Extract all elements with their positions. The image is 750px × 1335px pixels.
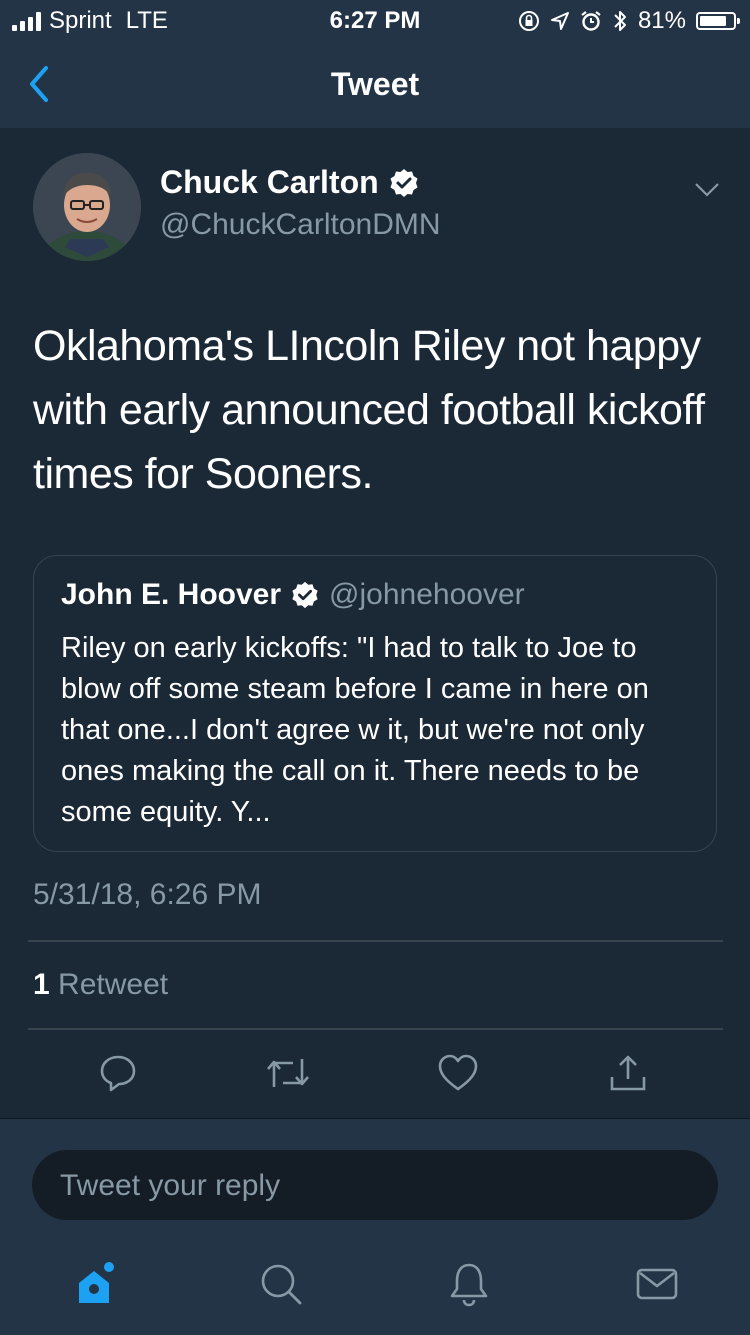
quoted-tweet[interactable]: John E. Hoover @johnehoover Riley on ear… [33,555,717,852]
status-bar: Sprint LTE 6:27 PM 81% [0,0,750,40]
top-bar: Sprint LTE 6:27 PM 81% Tweet [0,0,750,128]
tweet-timestamp: 5/31/18, 6:26 PM [33,878,262,911]
divider [28,1028,723,1030]
like-button[interactable] [433,1048,483,1098]
location-icon [550,12,569,30]
page-title: Tweet [330,66,420,102]
bottom-bar [0,1118,750,1335]
chevron-down-icon[interactable] [694,182,720,198]
retweet-button[interactable] [263,1048,313,1098]
tab-bar [0,1254,750,1324]
quoted-header: John E. Hoover @johnehoover [61,578,525,612]
tab-home[interactable] [64,1254,124,1314]
tab-notifications[interactable] [439,1254,499,1314]
notifications-icon [450,1263,488,1307]
messages-icon [636,1268,678,1300]
avatar[interactable] [33,153,141,261]
alarm-icon [581,11,601,31]
like-icon [438,1054,478,1091]
author-name-row: Chuck Carlton [160,164,419,201]
reply-button[interactable] [93,1048,143,1098]
quoted-author-handle: @johnehoover [329,578,525,611]
bluetooth-icon [614,11,626,31]
share-icon [610,1055,646,1091]
tweet-detail: Chuck Carlton @ChuckCarltonDMN Oklahoma'… [0,128,750,1118]
quoted-author-name: John E. Hoover [61,578,282,611]
reply-input[interactable] [58,1150,692,1222]
nav-bar: Tweet [0,40,750,128]
tab-messages[interactable] [627,1254,687,1314]
retweet-icon [267,1059,309,1087]
home-icon [79,1262,114,1303]
reply-box[interactable] [32,1150,718,1222]
share-button[interactable] [603,1048,653,1098]
retweet-count-row[interactable]: 1 Retweet [33,968,168,1002]
tweet-actions [0,1048,750,1108]
verified-icon [390,168,418,197]
status-right: 81% [518,7,740,35]
reply-icon [100,1055,136,1092]
tab-search[interactable] [251,1254,311,1314]
divider [28,940,723,942]
retweet-count: 1 [33,968,50,1001]
quoted-text: Riley on early kickoffs: "I had to talk … [61,632,649,828]
search-icon [261,1264,302,1305]
battery-percent: 81% [637,7,686,34]
author-name[interactable]: Chuck Carlton [160,164,379,201]
author-handle[interactable]: @ChuckCarltonDMN [160,208,441,242]
battery-icon [696,12,740,30]
lock-rotation-icon [518,11,539,31]
verified-icon [292,581,318,609]
retweet-label: Retweet [58,968,169,1001]
tweet-text: Oklahoma's LIncoln Riley not happy with … [33,322,705,498]
